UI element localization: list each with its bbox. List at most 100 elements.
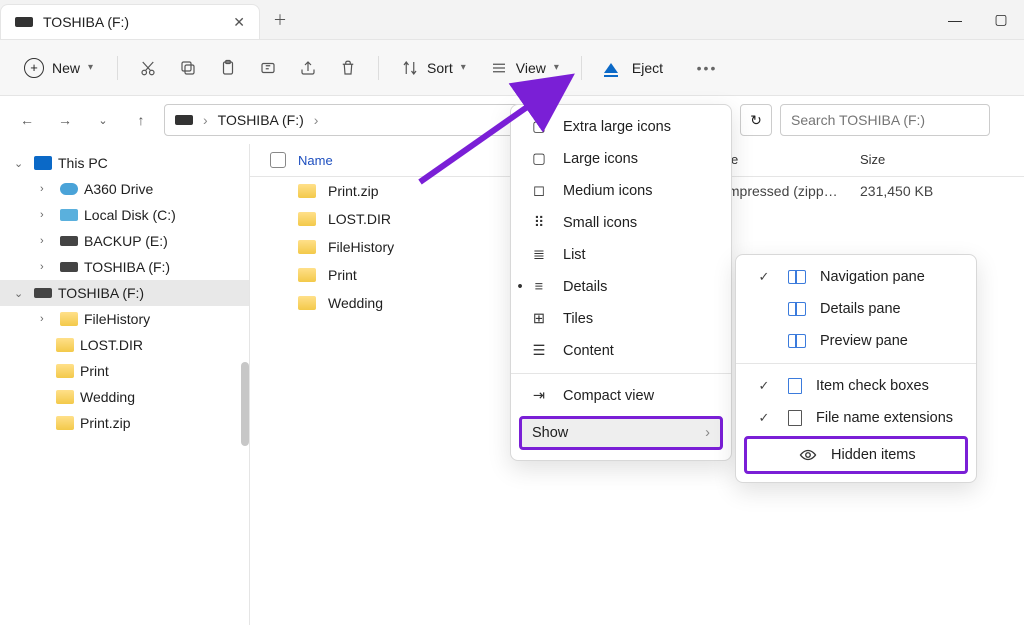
file-icon <box>788 410 802 426</box>
title-bar: TOSHIBA (F:) ✕ ＋ — ▢ <box>0 0 1024 40</box>
new-label: New <box>52 60 80 76</box>
nav-this-pc[interactable]: ⌄This PC <box>0 150 249 176</box>
column-size[interactable]: Size <box>860 152 980 168</box>
menu-tiles[interactable]: ⊞Tiles <box>511 303 731 335</box>
nav-a360[interactable]: ›A360 Drive <box>0 176 249 202</box>
menu-content[interactable]: ☰Content <box>511 335 731 367</box>
menu-file-name-extensions[interactable]: ✓File name extensions <box>736 402 976 434</box>
menu-large-icons[interactable]: ▢Large icons <box>511 143 731 175</box>
menu-medium-icons[interactable]: ◻Medium icons <box>511 175 731 207</box>
folder-icon <box>56 338 74 352</box>
view-label: View <box>516 60 546 76</box>
menu-details[interactable]: ≡Details <box>511 271 731 303</box>
menu-hidden-items[interactable]: Hidden items <box>747 439 965 471</box>
nav-wedding[interactable]: Wedding <box>0 384 249 410</box>
eject-label: Eject <box>632 60 663 76</box>
search-box[interactable] <box>780 104 990 136</box>
square-icon: ▢ <box>529 119 549 135</box>
folder-icon <box>298 296 316 310</box>
close-tab-icon[interactable]: ✕ <box>233 14 245 31</box>
drive-icon <box>34 288 52 298</box>
nav-backup-e[interactable]: ›BACKUP (E:) <box>0 228 249 254</box>
compact-icon: ⇥ <box>529 388 549 404</box>
recent-button[interactable]: ⌄ <box>88 105 118 135</box>
rename-button[interactable] <box>250 50 286 86</box>
view-menu: ▢Extra large icons ▢Large icons ◻Medium … <box>510 104 732 461</box>
eject-icon <box>604 63 618 73</box>
sort-label: Sort <box>427 60 453 76</box>
select-all-checkbox[interactable] <box>270 152 286 168</box>
more-button[interactable]: ••• <box>689 50 725 86</box>
zip-icon <box>56 416 74 430</box>
paste-button[interactable] <box>210 50 246 86</box>
pane-icon <box>788 334 806 348</box>
menu-item-check-boxes[interactable]: ✓Item check boxes <box>736 370 976 402</box>
nav-filehistory[interactable]: ›FileHistory <box>0 306 249 332</box>
zip-icon <box>298 184 316 198</box>
square-icon: ◻ <box>529 183 549 199</box>
plus-icon: + <box>24 58 44 78</box>
up-button[interactable]: ↑ <box>126 105 156 135</box>
nav-print[interactable]: Print <box>0 358 249 384</box>
eject-button[interactable]: Eject <box>594 54 673 82</box>
window-tab[interactable]: TOSHIBA (F:) ✕ <box>0 4 260 39</box>
eye-icon <box>799 448 817 462</box>
details-icon: ≡ <box>529 279 549 295</box>
folder-icon <box>56 364 74 378</box>
content-icon: ☰ <box>529 343 549 359</box>
tab-title: TOSHIBA (F:) <box>43 14 129 30</box>
nav-toshiba-1[interactable]: ›TOSHIBA (F:) <box>0 254 249 280</box>
folder-icon <box>56 390 74 404</box>
new-button[interactable]: + New ▾ <box>12 52 105 84</box>
maximize-button[interactable]: ▢ <box>978 0 1024 39</box>
sort-button[interactable]: Sort ▾ <box>391 53 476 83</box>
menu-preview-pane[interactable]: Preview pane <box>736 325 976 357</box>
chevron-down-icon: ▾ <box>461 62 466 73</box>
delete-button[interactable] <box>330 50 366 86</box>
folder-icon <box>60 312 78 326</box>
cut-button[interactable] <box>130 50 166 86</box>
divider <box>581 56 582 80</box>
new-tab-button[interactable]: ＋ <box>260 0 300 39</box>
check-icon: ✓ <box>754 269 774 285</box>
menu-separator <box>736 363 976 364</box>
check-icon: ✓ <box>754 378 774 394</box>
back-button[interactable]: ← <box>12 105 42 135</box>
drive-icon <box>60 236 78 246</box>
navigation-pane[interactable]: ⌄This PC ›A360 Drive ›Local Disk (C:) ›B… <box>0 144 250 625</box>
nav-local-c[interactable]: ›Local Disk (C:) <box>0 202 249 228</box>
drive-icon <box>60 262 78 272</box>
minimize-button[interactable]: — <box>932 0 978 39</box>
drive-icon <box>175 115 193 125</box>
menu-navigation-pane[interactable]: ✓Navigation pane <box>736 261 976 293</box>
search-input[interactable] <box>791 112 979 128</box>
divider <box>117 56 118 80</box>
divider <box>378 56 379 80</box>
menu-show[interactable]: Show› <box>519 416 723 450</box>
grid-icon: ⠿ <box>529 215 549 231</box>
nav-printzip[interactable]: Print.zip <box>0 410 249 436</box>
chevron-down-icon: ▾ <box>88 62 93 73</box>
menu-small-icons[interactable]: ⠿Small icons <box>511 207 731 239</box>
menu-separator <box>511 373 731 374</box>
tiles-icon: ⊞ <box>529 311 549 327</box>
column-name[interactable]: Name <box>298 153 333 168</box>
drive-icon <box>15 17 33 27</box>
column-type[interactable]: Type <box>710 152 860 168</box>
menu-details-pane[interactable]: Details pane <box>736 293 976 325</box>
disk-icon <box>60 209 78 221</box>
view-button[interactable]: View ▾ <box>480 53 569 83</box>
nav-toshiba-2[interactable]: ⌄TOSHIBA (F:) <box>0 280 249 306</box>
refresh-button[interactable]: ↻ <box>740 104 772 136</box>
menu-list[interactable]: ≣List <box>511 239 731 271</box>
sort-icon <box>401 59 419 77</box>
path-segment[interactable]: TOSHIBA (F:) <box>218 112 304 128</box>
scrollbar-thumb[interactable] <box>241 362 249 446</box>
menu-extra-large-icons[interactable]: ▢Extra large icons <box>511 111 731 143</box>
show-submenu: ✓Navigation pane Details pane Preview pa… <box>735 254 977 483</box>
nav-lostdir[interactable]: LOST.DIR <box>0 332 249 358</box>
copy-button[interactable] <box>170 50 206 86</box>
share-button[interactable] <box>290 50 326 86</box>
forward-button[interactable]: → <box>50 105 80 135</box>
menu-compact-view[interactable]: ⇥Compact view <box>511 380 731 412</box>
